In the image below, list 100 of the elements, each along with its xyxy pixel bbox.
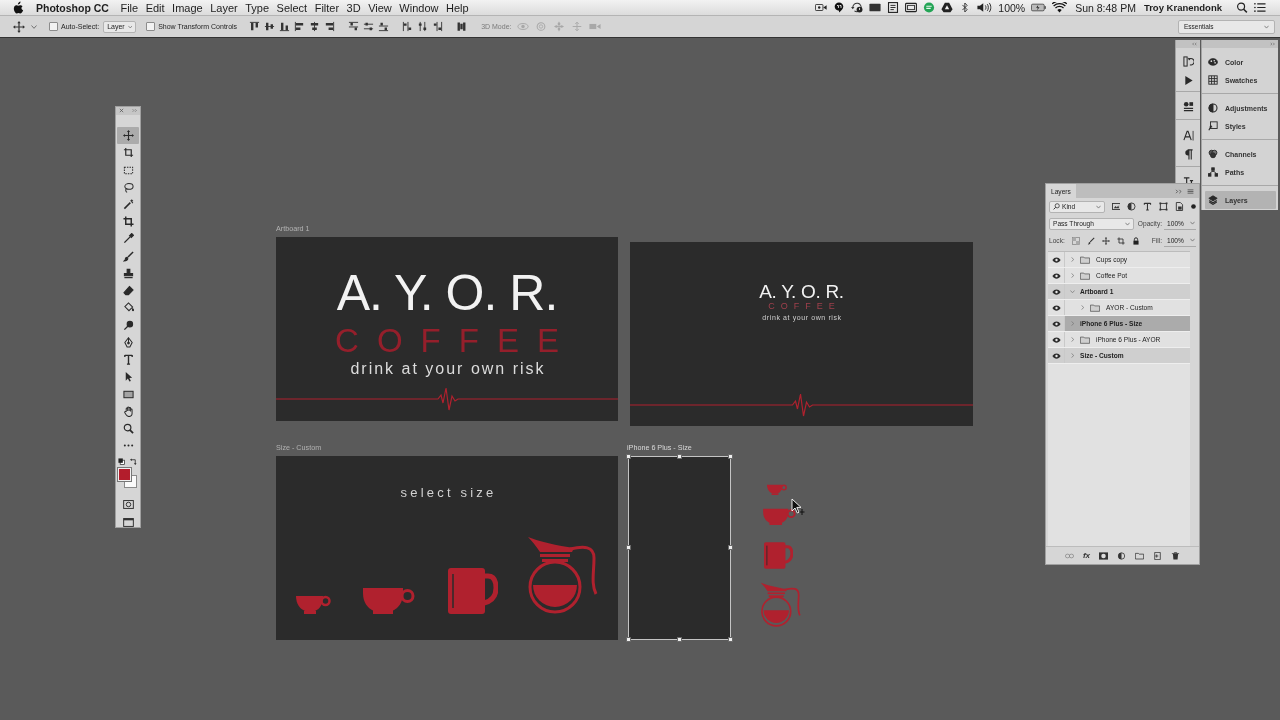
lock-artboard-icon[interactable] <box>1116 236 1125 245</box>
resize-handle[interactable] <box>626 454 631 459</box>
filter-toggle-icon[interactable] <box>1191 204 1196 209</box>
adjustments-icon <box>1208 103 1218 113</box>
auto-align-icon[interactable] <box>456 21 468 32</box>
mask-icon[interactable] <box>1099 551 1109 560</box>
resize-handle[interactable] <box>728 637 733 642</box>
distribute-left-icon[interactable] <box>402 21 414 32</box>
apple-icon[interactable] <box>13 1 24 14</box>
trash-icon[interactable] <box>1171 551 1181 560</box>
resize-handle[interactable] <box>676 637 682 642</box>
adjustment-filter-icon[interactable] <box>1127 202 1137 211</box>
align-right-icon[interactable] <box>324 21 336 32</box>
sync-clock-icon[interactable] <box>851 2 864 13</box>
lock-all-icon[interactable] <box>1131 236 1140 245</box>
menu-item[interactable]: Edit <box>145 1 165 14</box>
resize-handle[interactable] <box>626 545 631 550</box>
menu-item[interactable]: File <box>120 1 139 14</box>
menu-item[interactable]: 3D <box>346 1 361 14</box>
user-name[interactable]: Troy Kranendonk <box>1143 2 1222 13</box>
menu-item[interactable]: Image <box>172 1 203 14</box>
align-left-icon[interactable] <box>294 21 306 32</box>
menu-item[interactable]: Layer <box>210 1 238 14</box>
chat-bubble-icon[interactable] <box>833 2 846 13</box>
tool-button[interactable] <box>117 126 139 145</box>
align-center-icon[interactable] <box>309 21 321 32</box>
eye-icon[interactable] <box>1051 256 1061 263</box>
properties-icon[interactable] <box>1182 101 1194 112</box>
move-icon[interactable] <box>13 20 25 33</box>
wifi-icon[interactable] <box>1052 2 1068 13</box>
align-top-icon[interactable] <box>249 21 261 32</box>
distribute-middle-icon[interactable] <box>363 21 375 32</box>
caret-icon[interactable] <box>31 24 37 29</box>
document-icon[interactable] <box>887 2 900 13</box>
visibility-toggle[interactable] <box>1048 348 1065 363</box>
lock-position-icon[interactable] <box>1101 236 1110 245</box>
smart-object-filter-icon[interactable] <box>1175 202 1185 211</box>
swap-colors-icon[interactable] <box>130 458 137 466</box>
distribute-right-icon[interactable] <box>432 21 444 32</box>
clock[interactable]: Sun 8:48 PM <box>1075 1 1136 14</box>
cup-icon <box>363 587 415 614</box>
adjustment-layer-icon[interactable] <box>1117 551 1127 560</box>
panel-menu-icon[interactable] <box>1187 188 1194 194</box>
menu-item[interactable]: Type <box>245 1 270 14</box>
video-camera-icon[interactable] <box>815 2 828 13</box>
shape-filter-icon[interactable] <box>1159 202 1169 211</box>
screen-icon[interactable] <box>905 2 918 13</box>
visibility-toggle[interactable] <box>1048 316 1065 331</box>
quick-mask-icon[interactable] <box>122 500 134 510</box>
menu-item[interactable]: View <box>368 1 392 14</box>
swatches-icon <box>1208 75 1218 85</box>
checkbox[interactable] <box>146 22 156 31</box>
align-middle-icon[interactable] <box>264 21 276 32</box>
eye-icon[interactable] <box>1051 320 1061 327</box>
menu-item[interactable]: Window <box>399 1 439 14</box>
eye-icon[interactable] <box>1051 272 1061 279</box>
play-icon[interactable] <box>1182 75 1194 86</box>
triangle-icon[interactable] <box>941 2 954 13</box>
default-colors-icon[interactable] <box>118 458 125 466</box>
character-icon[interactable] <box>1182 130 1194 141</box>
eye-icon[interactable] <box>1051 288 1061 295</box>
checkbox[interactable] <box>49 22 58 31</box>
menu-item[interactable]: Select <box>276 1 308 14</box>
distribute-top-icon[interactable] <box>348 21 360 32</box>
volume-icon[interactable] <box>977 2 993 13</box>
menu-item[interactable]: Help <box>445 1 469 14</box>
eye-icon[interactable] <box>1051 352 1061 359</box>
pixel-filter-icon[interactable] <box>1111 202 1121 211</box>
stamp-icon <box>122 267 134 279</box>
collapse-icon[interactable] <box>1175 188 1182 194</box>
list-icon[interactable] <box>1254 2 1266 13</box>
type-filter-icon[interactable] <box>1143 202 1153 211</box>
distribute-bottom-icon[interactable] <box>378 21 390 32</box>
new-group-icon[interactable] <box>1135 551 1145 560</box>
app-name[interactable]: Photoshop CC <box>36 1 109 14</box>
history-icon[interactable] <box>1182 56 1194 67</box>
caret-icon <box>1190 238 1195 242</box>
display-icon[interactable] <box>869 2 882 13</box>
screen-mode-icon[interactable] <box>122 518 134 528</box>
menu-item[interactable]: Filter <box>314 1 340 14</box>
foreground-color-swatch[interactable] <box>118 468 131 482</box>
close-icon[interactable] <box>119 108 124 114</box>
layer-style-button[interactable]: fx <box>1082 551 1091 560</box>
resize-handle[interactable] <box>626 637 631 642</box>
new-layer-icon[interactable] <box>1153 551 1163 560</box>
message-icon[interactable] <box>923 2 936 13</box>
visibility-toggle[interactable] <box>1048 284 1065 299</box>
battery-icon[interactable] <box>1031 2 1047 13</box>
resize-handle[interactable] <box>676 454 682 459</box>
eye-icon[interactable] <box>1051 336 1061 343</box>
eye-icon[interactable] <box>1051 304 1061 311</box>
caret-icon <box>1190 221 1195 225</box>
distribute-center-icon[interactable] <box>417 21 429 32</box>
resize-handle[interactable] <box>728 454 733 459</box>
search-icon[interactable] <box>1236 2 1248 13</box>
resize-handle[interactable] <box>728 545 733 550</box>
align-bottom-icon[interactable] <box>279 21 291 32</box>
lock-paint-icon[interactable] <box>1086 236 1095 245</box>
paragraph-icon[interactable] <box>1182 149 1194 160</box>
eraser-icon <box>122 285 134 297</box>
